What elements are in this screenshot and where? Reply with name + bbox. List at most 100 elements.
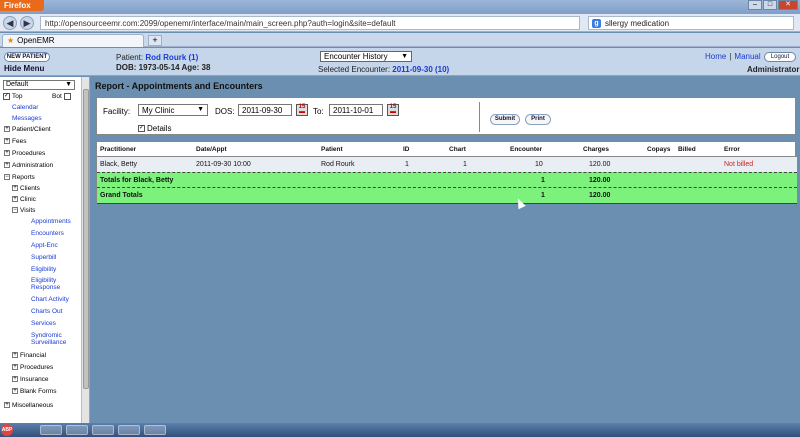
- cell-encounter: 10: [535, 161, 543, 168]
- totals-charges: 120.00: [589, 177, 611, 184]
- firefox-menu-button[interactable]: Firefox: [0, 0, 44, 11]
- cell-practitioner: Black, Betty: [100, 161, 137, 168]
- manual-link[interactable]: Manual: [734, 52, 760, 61]
- sidebar-item-blank-forms[interactable]: + Blank Forms: [12, 388, 56, 395]
- expand-icon: +: [12, 388, 18, 395]
- col-patient: Patient: [321, 146, 343, 153]
- report-filters: Facility: My Clinic ▼ DOS: 2011-09-30 15 ▬…: [96, 97, 796, 135]
- new-tab-button[interactable]: +: [148, 35, 162, 46]
- start-button-icon[interactable]: ABP: [1, 424, 13, 436]
- expand-icon: +: [4, 126, 10, 133]
- taskbar-app-icon[interactable]: [92, 425, 114, 435]
- menu-set-select[interactable]: Default ▼: [3, 80, 75, 90]
- facility-value: My Clinic: [142, 106, 175, 115]
- home-link[interactable]: Home: [705, 52, 726, 61]
- logout-button[interactable]: Logout: [764, 52, 796, 62]
- col-date: Date/Appt: [196, 146, 227, 153]
- expand-icon: +: [4, 402, 10, 409]
- submit-button[interactable]: Submit: [490, 114, 520, 125]
- grand-totals-encounter: 1: [541, 192, 545, 199]
- report-area: Report - Appointments and Encounters Fac…: [91, 77, 800, 423]
- url-bar[interactable]: http://opensourceemr.com:2099/openemr/in…: [40, 16, 580, 30]
- top-checkbox[interactable]: ✓: [3, 93, 10, 100]
- selected-encounter-link[interactable]: 2011-09-30 (10): [392, 65, 449, 74]
- search-box[interactable]: g sllergy medication: [588, 16, 794, 30]
- browser-titlebar: Firefox – □ ✕: [0, 0, 800, 14]
- close-icon[interactable]: ✕: [778, 0, 798, 10]
- bot-checkbox-row[interactable]: Bot: [52, 93, 73, 100]
- new-patient-button[interactable]: NEW PATIENT: [4, 52, 50, 62]
- col-billed: Billed: [678, 146, 696, 153]
- sidebar-item-services[interactable]: Services: [31, 320, 56, 327]
- sidebar-item-procedures-report[interactable]: + Procedures: [12, 364, 53, 371]
- sidebar-item-superbill[interactable]: Superbill: [31, 254, 56, 261]
- left-nav-menu: Default ▼ ✓ Top Bot Calendar Messages + Pa…: [0, 77, 90, 423]
- bot-checkbox[interactable]: [63, 93, 71, 100]
- current-user: Administrator: [747, 65, 800, 74]
- sidebar-item-syndromic-surveillance[interactable]: Syndromic Surveillance: [31, 332, 66, 346]
- sidebar-item-messages[interactable]: Messages: [12, 115, 42, 122]
- calendar-icon[interactable]: 15 ▬: [387, 104, 399, 116]
- taskbar-app-icon[interactable]: [66, 425, 88, 435]
- hide-menu-link[interactable]: Hide Menu: [4, 64, 44, 73]
- taskbar-app-icon[interactable]: [118, 425, 140, 435]
- calendar-icon[interactable]: 15 ▬: [296, 104, 308, 116]
- sidebar-item-fees[interactable]: + Fees: [4, 138, 26, 145]
- report-table: Practitioner Date/Appt Patient ID Chart …: [96, 141, 797, 204]
- print-button[interactable]: Print: [525, 114, 551, 125]
- sidebar-item-eligibility-response[interactable]: Eligibility Response: [31, 277, 60, 291]
- expand-icon: +: [4, 162, 10, 169]
- sidebar-item-calendar[interactable]: Calendar: [12, 104, 38, 111]
- dos-to-input[interactable]: 2011-10-01: [329, 104, 383, 116]
- dos-from-input[interactable]: 2011-09-30: [238, 104, 292, 116]
- encounter-history-select[interactable]: Encounter History ▼: [320, 51, 412, 62]
- sidebar-item-appt-enc[interactable]: Appt-Enc: [31, 242, 58, 249]
- expand-icon: +: [12, 352, 18, 359]
- sidebar-scrollbar[interactable]: [81, 77, 89, 423]
- to-label: To:: [313, 107, 324, 116]
- menu-set-value: Default: [6, 81, 29, 88]
- sidebar-item-administration[interactable]: + Administration: [4, 162, 53, 169]
- sidebar-item-encounters[interactable]: Encounters: [31, 230, 64, 237]
- forward-icon[interactable]: ▶: [20, 16, 34, 30]
- col-copays: Copays: [647, 146, 671, 153]
- expand-icon: +: [12, 185, 18, 192]
- scrollbar-thumb[interactable]: [83, 89, 89, 389]
- sidebar-item-eligibility[interactable]: Eligibility: [31, 266, 56, 273]
- expand-icon: +: [12, 364, 18, 371]
- patient-line: Patient: Rod Rourk (1): [116, 53, 198, 62]
- maximize-icon[interactable]: □: [763, 0, 777, 10]
- facility-select[interactable]: My Clinic ▼: [138, 104, 208, 116]
- sidebar-item-clinic[interactable]: + Clinic: [12, 196, 36, 203]
- sidebar-item-financial[interactable]: + Financial: [12, 352, 46, 359]
- taskbar-app-icon[interactable]: [144, 425, 166, 435]
- top-checkbox-row[interactable]: ✓ Top: [3, 93, 22, 100]
- facility-label: Facility:: [103, 107, 131, 116]
- cell-charges: 120.00: [589, 161, 611, 168]
- sidebar-item-charts-out[interactable]: Charts Out: [31, 308, 62, 315]
- cell-id: 1: [405, 161, 409, 168]
- sidebar-item-appointments[interactable]: Appointments: [31, 218, 71, 225]
- sidebar-item-chart-activity[interactable]: Chart Activity: [31, 296, 69, 303]
- col-practitioner: Practitioner: [100, 146, 137, 153]
- back-icon[interactable]: ◀: [3, 16, 17, 30]
- sidebar-item-miscellaneous[interactable]: + Miscellaneous: [4, 402, 53, 409]
- minimize-icon[interactable]: –: [748, 0, 762, 10]
- sidebar-item-patient-client[interactable]: + Patient/Client: [4, 126, 51, 133]
- col-error: Error: [724, 146, 740, 153]
- selected-encounter-label: Selected Encounter:: [318, 65, 391, 74]
- patient-name-link[interactable]: Rod Rourk (1): [145, 53, 198, 62]
- sidebar-item-visits[interactable]: − Visits: [12, 207, 35, 214]
- top-label: Top: [12, 93, 23, 101]
- sidebar-item-insurance[interactable]: + Insurance: [12, 376, 49, 383]
- tab-openemr[interactable]: ★ OpenEMR: [2, 34, 144, 47]
- details-checkbox[interactable]: ✓: [138, 125, 145, 133]
- table-row: Black, Betty 2011-09-30 10:00 Rod Rourk …: [97, 157, 797, 172]
- sidebar-item-clients[interactable]: + Clients: [12, 185, 40, 192]
- chevron-down-icon: ▼: [401, 53, 408, 60]
- sidebar-item-procedures[interactable]: + Procedures: [4, 150, 45, 157]
- sidebar-item-reports[interactable]: − Reports: [4, 174, 35, 181]
- details-checkbox-row[interactable]: ✓ Details: [138, 124, 171, 133]
- patient-label: Patient:: [116, 53, 144, 62]
- taskbar-app-icon[interactable]: [40, 425, 62, 435]
